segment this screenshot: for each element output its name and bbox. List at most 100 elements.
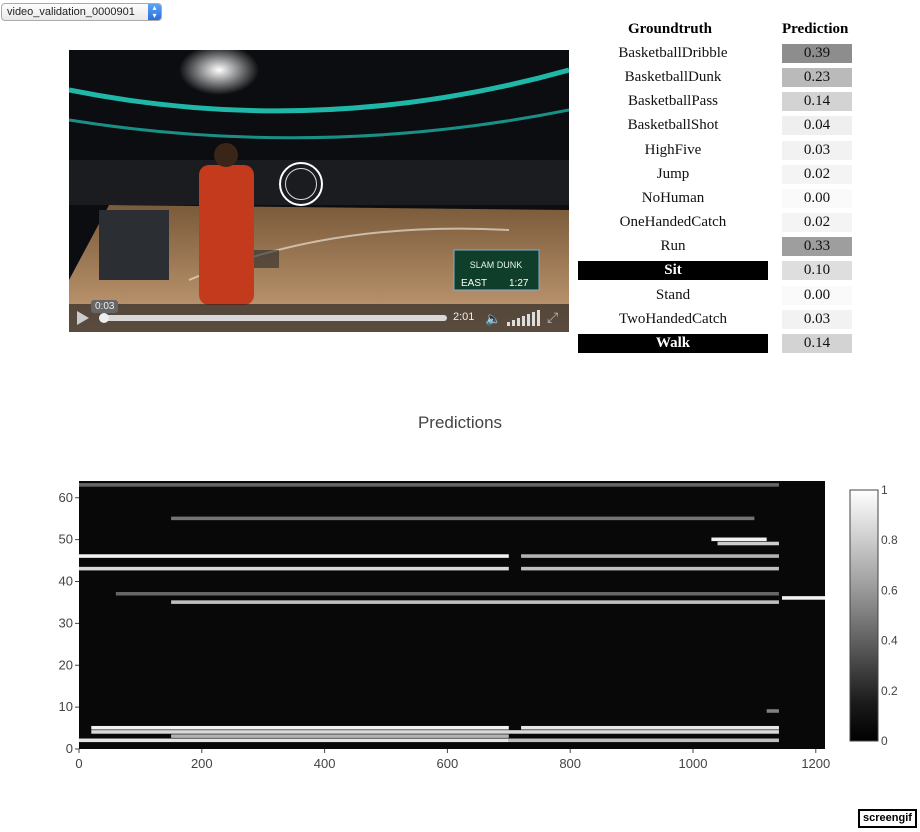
table-row: BasketballDunk 0.23 xyxy=(578,68,858,88)
heatmap-cell-band xyxy=(711,537,767,542)
groundtruth-label: BasketballShot xyxy=(627,117,719,134)
heatmap-cell-band xyxy=(782,596,825,600)
colorbar-tick-label: 1 xyxy=(881,483,888,497)
current-time: 0:03 xyxy=(91,300,119,313)
x-tick-label: 600 xyxy=(437,756,459,771)
chart-title: Predictions xyxy=(417,413,503,432)
heatmap-cell-band xyxy=(521,566,779,571)
x-tick-label: 1000 xyxy=(679,756,708,771)
groundtruth-label: OneHandedCatch xyxy=(619,214,727,231)
x-tick-label: 0 xyxy=(75,756,82,771)
y-tick-label: 60 xyxy=(59,490,73,505)
video-controls: 0:03 2:01 🔈 ⤢ xyxy=(69,300,569,332)
video-select-dropdown[interactable]: video_validation_0000901 ▴ ▾ xyxy=(1,3,162,21)
table-row: Jump 0.02 xyxy=(578,164,858,185)
video-player[interactable]: SLAM DUNK EAST 1:27 0:03 2:01 🔈 ⤢ xyxy=(69,50,569,332)
prediction-value: 0.00 xyxy=(782,188,852,208)
volume-icon[interactable]: 🔈 xyxy=(485,311,501,327)
score-bug-clock: 1:27 xyxy=(509,278,529,289)
colorbar xyxy=(849,489,879,742)
prediction-value: 0.14 xyxy=(782,92,852,112)
x-tick-label: 1200 xyxy=(801,756,830,771)
volume-slider[interactable] xyxy=(507,310,543,326)
colorbar-tick-label: 0.8 xyxy=(881,533,898,547)
groundtruth-label: TwoHandedCatch xyxy=(618,310,728,327)
heatmap-cell-band xyxy=(79,566,509,571)
prediction-value: 0.33 xyxy=(782,237,852,257)
prediction-value: 0.02 xyxy=(782,213,852,233)
groundtruth-label: Run xyxy=(660,238,686,255)
groundtruth-label: Sit xyxy=(578,261,768,281)
heatmap-cell-band xyxy=(91,725,509,730)
x-tick-label: 200 xyxy=(191,756,213,771)
y-tick-label: 20 xyxy=(59,657,73,672)
groundtruth-label: HighFive xyxy=(644,141,702,158)
table-row: HighFive 0.03 xyxy=(578,140,858,161)
heatmap-cell-band xyxy=(115,591,779,596)
table-row: TwoHandedCatch 0.03 xyxy=(578,309,858,330)
x-tick-label: 400 xyxy=(314,756,336,771)
y-tick-label: 10 xyxy=(59,699,73,714)
heatmap-cell-band xyxy=(171,516,755,521)
select-arrows-icon: ▴ ▾ xyxy=(148,4,161,20)
seek-bar[interactable] xyxy=(99,315,447,321)
table-row: BasketballDribble 0.39 xyxy=(578,44,858,64)
fullscreen-icon[interactable]: ⤢ xyxy=(547,309,558,326)
heatmap-cell-band xyxy=(171,734,509,738)
groundtruth-label: Jump xyxy=(656,165,690,182)
heatmap-cell-band xyxy=(521,554,779,558)
table-row: BasketballShot 0.04 xyxy=(578,116,858,136)
groundtruth-label: NoHuman xyxy=(641,189,705,206)
y-tick-label: 0 xyxy=(66,741,73,756)
prediction-header: Prediction xyxy=(782,21,849,37)
table-row: OneHandedCatch 0.02 xyxy=(578,213,858,233)
video-select-value: video_validation_0000901 xyxy=(7,6,135,18)
heatmap-cell-band xyxy=(521,725,779,730)
heatmap-cell-band xyxy=(508,738,779,743)
prediction-value: 0.14 xyxy=(782,333,852,353)
groundtruth-label: BasketballDunk xyxy=(624,69,722,86)
table-row: Sit 0.10 xyxy=(578,261,858,281)
prediction-value: 0.00 xyxy=(782,285,852,305)
table-row: BasketballPass 0.14 xyxy=(578,92,858,112)
prediction-value: 0.02 xyxy=(782,164,852,184)
y-tick-label: 50 xyxy=(59,532,73,547)
seek-handle[interactable] xyxy=(99,313,109,323)
x-tick-label: 800 xyxy=(559,756,581,771)
groundtruth-label: Stand xyxy=(655,286,691,303)
play-overlay-icon[interactable] xyxy=(279,162,323,206)
prediction-value: 0.10 xyxy=(782,261,852,281)
table-row: Run 0.33 xyxy=(578,237,858,257)
heatmap-cell-band xyxy=(766,709,779,713)
table-row: NoHuman 0.00 xyxy=(578,188,858,209)
colorbar-tick-label: 0.2 xyxy=(881,684,898,698)
heatmap-background xyxy=(79,481,825,749)
prediction-value: 0.03 xyxy=(782,309,852,329)
groundtruth-label: BasketballDribble xyxy=(618,45,728,61)
play-icon[interactable] xyxy=(77,311,89,325)
prediction-value: 0.39 xyxy=(782,44,852,63)
groundtruth-label: BasketballPass xyxy=(628,93,718,110)
heatmap-cell-band xyxy=(79,483,779,487)
prediction-value: 0.03 xyxy=(782,140,852,160)
colorbar-tick-label: 0 xyxy=(881,734,888,748)
heatmap-cell-band xyxy=(79,738,509,743)
y-tick-label: 40 xyxy=(59,574,73,589)
score-bug-title: SLAM DUNK xyxy=(470,260,523,270)
colorbar-tick-label: 0.6 xyxy=(881,583,898,597)
colorbar-tick-label: 0.4 xyxy=(881,634,898,648)
prediction-value: 0.04 xyxy=(782,116,852,136)
groundtruth-label: Walk xyxy=(578,333,768,353)
heatmap-cell-band xyxy=(91,730,779,734)
heatmap-cell-band xyxy=(171,600,779,604)
heatmap-cell-band xyxy=(79,554,509,558)
heatmap-cell-band xyxy=(717,541,779,546)
y-tick-label: 30 xyxy=(59,615,73,630)
groundtruth-header: Groundtruth xyxy=(628,21,712,37)
table-row: Walk 0.14 xyxy=(578,333,858,354)
screengif-badge: screengif xyxy=(858,809,917,828)
score-bug-team: EAST xyxy=(461,278,487,289)
prediction-value: 0.23 xyxy=(782,68,852,88)
table-row: Stand 0.00 xyxy=(578,285,858,306)
duration: 2:01 xyxy=(453,311,475,323)
